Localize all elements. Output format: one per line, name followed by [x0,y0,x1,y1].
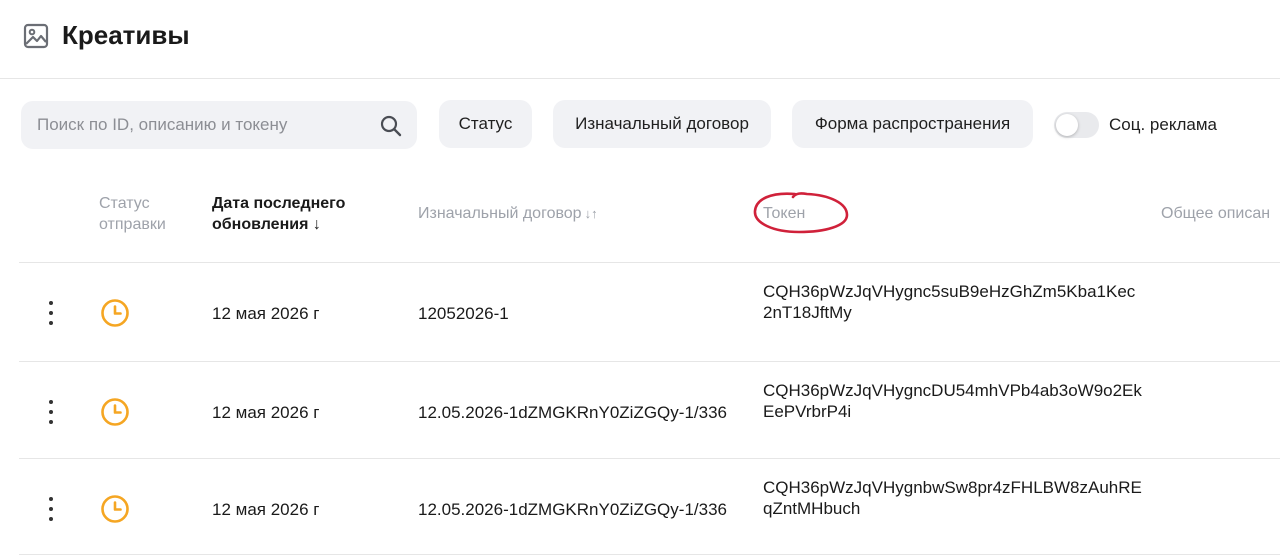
table-row[interactable]: 12 мая 2026 г 12052026-1 CQH36pWzJqVHygn… [19,262,1280,359]
column-header-contract[interactable]: Изначальный договор ↓↑ [418,203,598,224]
more-options-icon[interactable] [41,497,61,521]
contract-filter-button[interactable]: Изначальный договор [553,100,771,148]
clock-icon [101,495,129,523]
table-row[interactable]: 12 мая 2026 г 12.05.2026-1dZMGKRnY0ZiZGQ… [19,458,1280,555]
row-date: 12 мая 2026 г [212,304,320,323]
row-contract: 12.05.2026-1dZMGKRnY0ZiZGQy-1/336 [418,403,727,422]
table-row[interactable]: 12 мая 2026 г 12.05.2026-1dZMGKRnY0ZiZGQ… [19,361,1280,458]
clock-icon [101,398,129,426]
page-title: Креативы [62,20,190,50]
toggle-knob [1056,114,1078,136]
creatives-page: Креативы Статус Изначальный договор Форм… [0,0,1280,557]
column-header-contract-label: Изначальный договор [418,205,582,222]
column-header-date[interactable]: Дата последнего обновления ↓ [212,193,382,235]
clock-icon [101,299,129,327]
row-token: CQH36pWzJqVHygncDU54mhVPb4ab3oW9o2EkEePV… [763,381,1142,421]
column-header-status: Статус отправки [99,195,166,233]
distribution-form-filter-button[interactable]: Форма распространения [792,100,1033,148]
more-options-icon[interactable] [41,301,61,325]
status-filter-button[interactable]: Статус [439,100,532,148]
column-header-description: Общее описан [1161,205,1271,222]
page-header: Креативы [0,0,1280,79]
social-ad-toggle[interactable] [1054,112,1099,138]
sort-icon[interactable]: ↓↑ [585,206,598,221]
row-token: CQH36pWzJqVHygnbwSw8pr4zFHLBW8zAuhREqZnt… [763,478,1142,518]
social-ad-label: Соц. реклама [1109,115,1217,134]
more-options-icon[interactable] [41,400,61,424]
search-icon[interactable] [379,114,403,138]
row-contract: 12052026-1 [418,304,509,323]
hand-drawn-circle-annotation [753,192,849,234]
row-contract: 12.05.2026-1dZMGKRnY0ZiZGQy-1/336 [418,500,727,519]
row-date: 12 мая 2026 г [212,403,320,422]
image-icon [23,23,49,49]
row-date: 12 мая 2026 г [212,500,320,519]
search-box [21,101,417,149]
search-input[interactable] [21,101,361,149]
row-token: CQH36pWzJqVHygnc5suB9eHzGhZm5Kba1Kec2nT1… [763,282,1136,322]
